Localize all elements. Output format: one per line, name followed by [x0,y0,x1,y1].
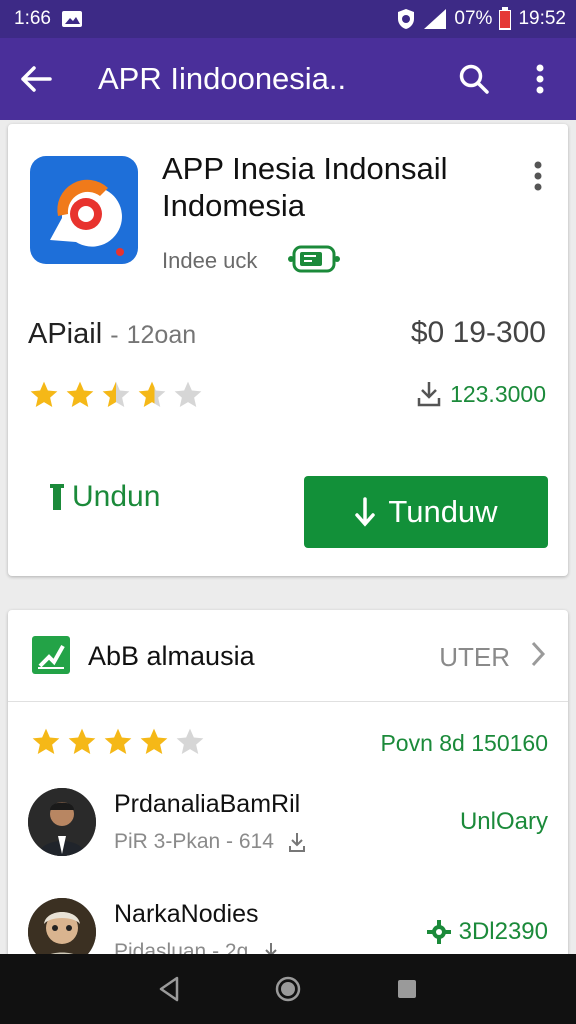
category-info: APiail - 12oan [28,318,196,351]
download-count-icon [417,382,441,407]
star-full-icon [30,381,58,407]
uninstall-button-label: Undun [72,480,161,513]
review-item[interactable]: PrdanaliaBamRil PiR 3-Pkan - 614 UnlOary [8,786,568,876]
download-small-icon [288,833,305,852]
review-action-label: 3Dl2390 [458,918,548,945]
reviews-rating-stars [30,726,206,758]
reviews-card: AbB almausia UTER Povn 8d 150160 Prdanal… [8,610,568,970]
reviewer-name: PrdanaliaBamRil [114,790,301,818]
review-meta: PiR 3-Pkan - 614 [114,830,306,854]
category-label: APiail [28,318,103,350]
price-label: $0 19-300 [410,316,546,349]
nav-home-icon[interactable] [266,967,310,1011]
uninstall-button[interactable]: Undun [50,480,160,514]
app-name: APP Inesia Indonsail Indomesia [162,151,448,223]
review-meta-text: PiR 3-Pkan - 614 [114,830,274,853]
nav-recents-icon[interactable] [385,967,429,1011]
status-time-left: 1:66 [14,8,51,29]
app-detail-card: APP Inesia Indonsail Indomesia Indee uck… [8,124,568,576]
star-full-icon [140,728,168,754]
star-empty-icon [174,381,202,407]
status-time-right: 19:52 [518,8,566,29]
trash-icon [50,484,64,510]
app-logo [30,156,138,264]
ratings-chart-icon [32,636,70,674]
download-arrow-icon [355,497,376,527]
page-title: APR Iindoonesia.. [98,61,347,96]
signal-icon [422,8,448,30]
category-sub: 12oan [126,321,197,349]
star-full-icon [68,728,96,754]
star-half-icon [102,381,130,407]
app-rating-stars [28,379,204,411]
star-half-icon [138,381,166,407]
star-full-icon [66,381,94,407]
download-count-value: 123.3000 [450,380,546,407]
install-button-label: Tunduw [388,494,498,529]
review-action[interactable]: UnlOary [460,808,548,836]
developer-name[interactable]: Indee uck [162,248,257,274]
download-count: 123.3000 [416,380,546,408]
install-button[interactable]: Tunduw [304,476,548,548]
status-bar: 1:66 07% 19:52 [0,0,576,38]
chevron-right-icon[interactable] [530,640,546,673]
star-full-icon [104,728,132,754]
shield-icon [396,8,416,30]
review-action-label: UnlOary [459,808,548,835]
battery-icon [498,7,512,31]
system-nav-bar [0,954,576,1024]
more-vert-icon[interactable] [518,57,562,101]
card-more-icon[interactable] [516,154,560,198]
app-bar: APR Iindoonesia.. [0,38,576,120]
avatar [28,788,96,856]
nav-back-icon[interactable] [147,967,191,1011]
reviews-summary: Povn 8d 150160 [380,730,548,756]
gallery-notification-icon [61,10,83,28]
editors-choice-badge-icon [288,244,340,274]
reviewer-name: NarkaNodies [114,900,259,928]
star-full-icon [32,728,60,754]
reviews-header[interactable]: AbB almausia UTER [8,610,568,702]
star-empty-icon [176,728,204,754]
reviews-title: AbB almausia [88,641,255,671]
review-action[interactable]: 3Dl2390 [426,918,548,946]
gear-icon [426,920,451,944]
back-arrow-icon[interactable] [14,57,58,101]
reviews-more-link[interactable]: UTER [439,642,510,673]
search-icon[interactable] [452,57,496,101]
category-separator: - [110,321,119,349]
battery-percent: 07% [454,8,493,29]
